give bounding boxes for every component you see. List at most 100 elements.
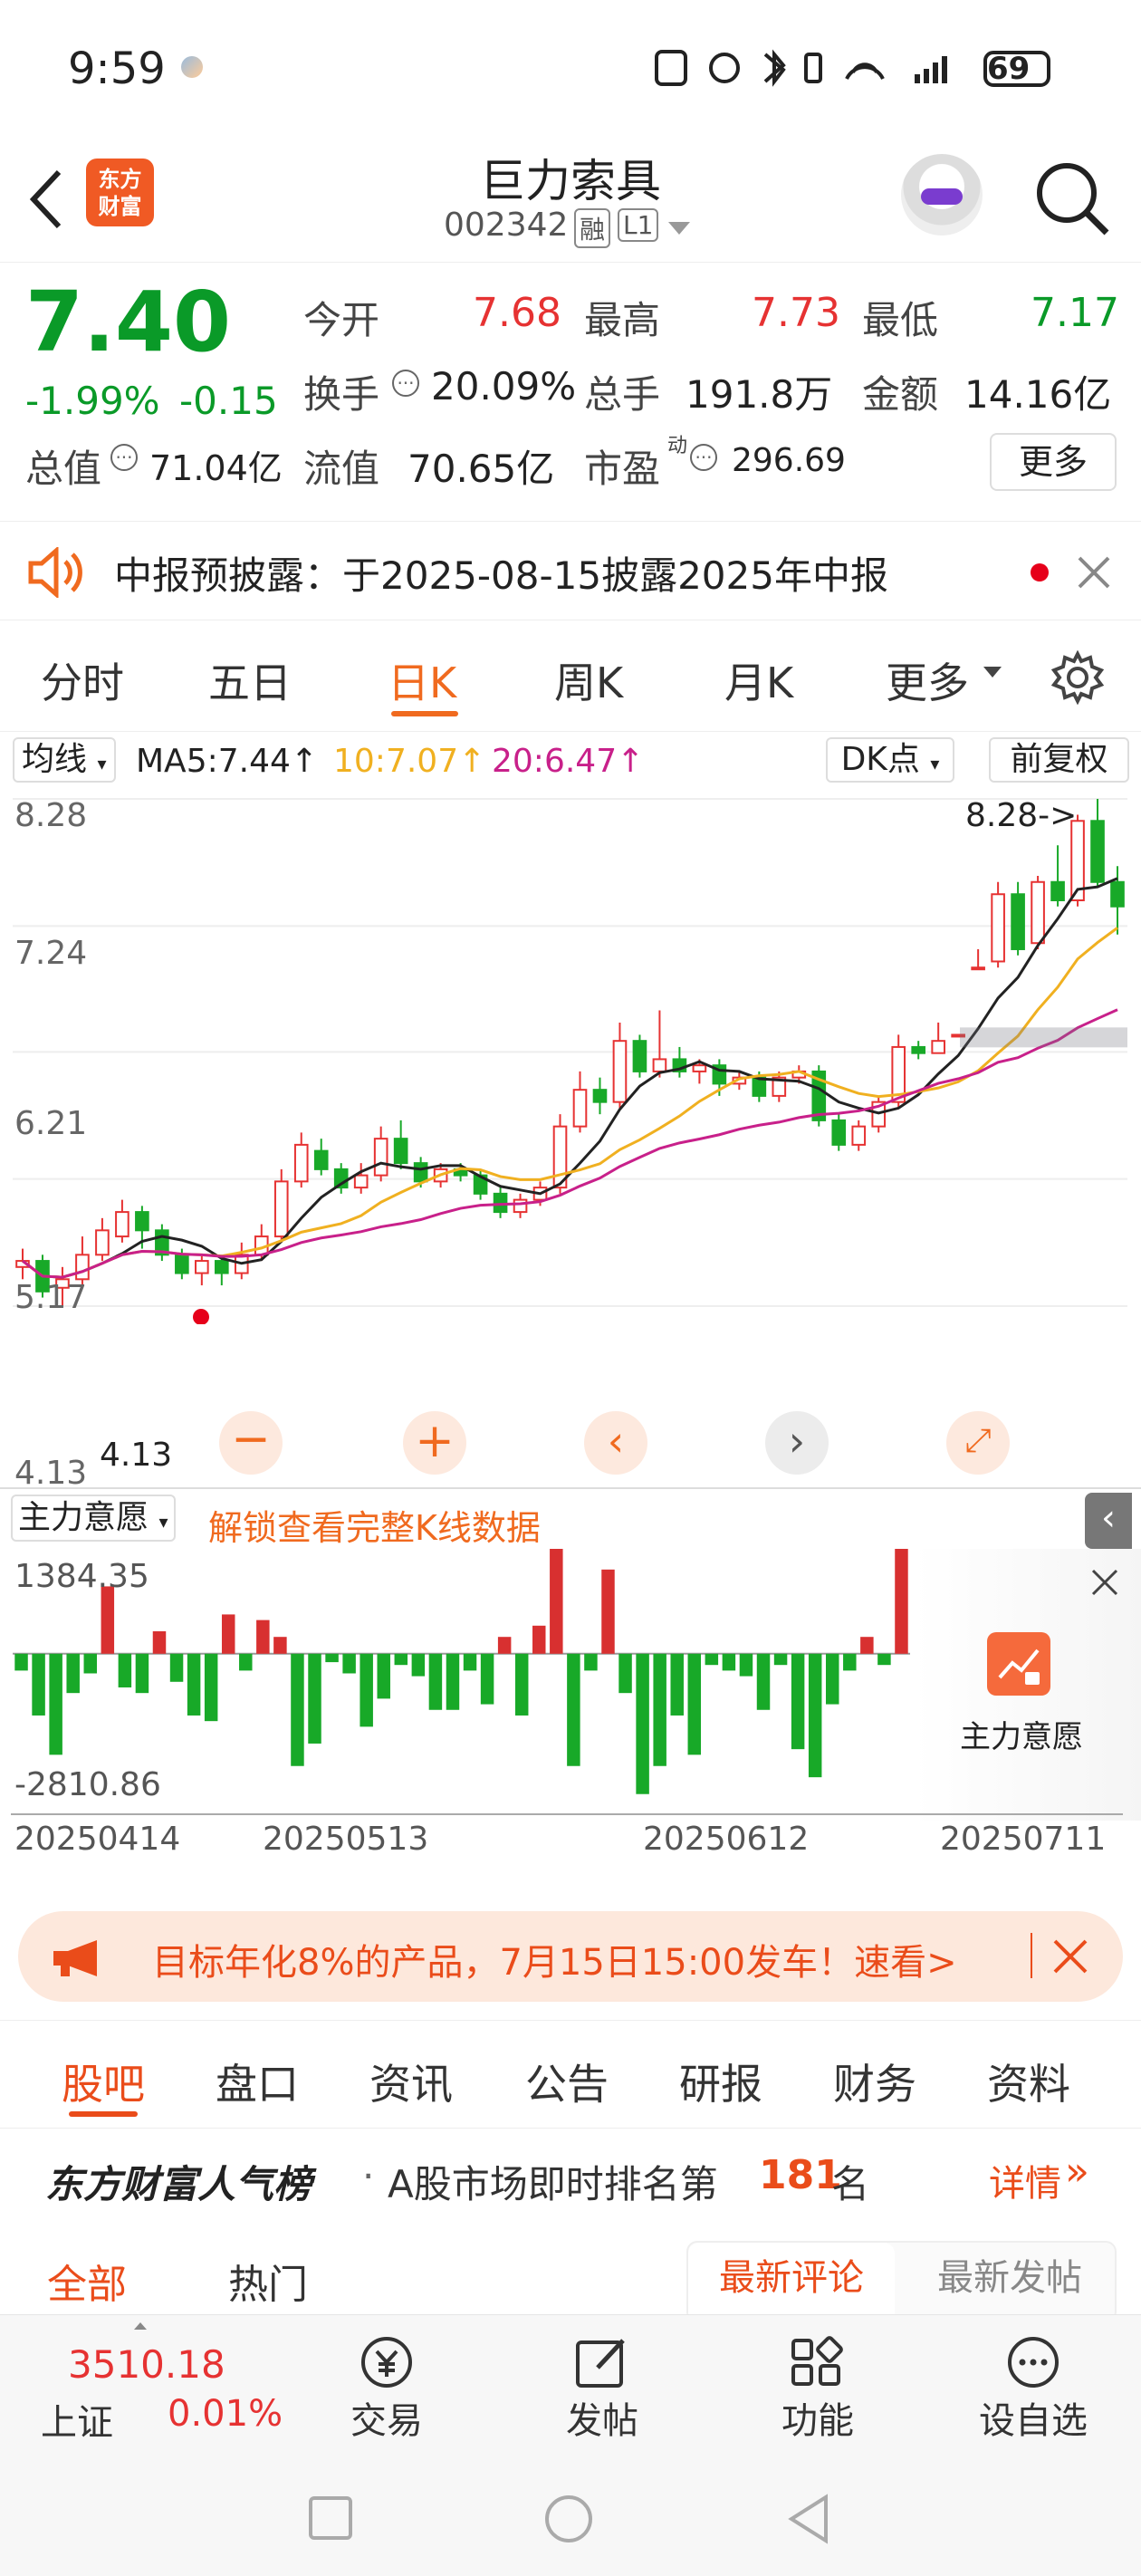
scroll-right-button[interactable]: › — [765, 1411, 829, 1475]
system-nav-bar — [0, 2450, 1141, 2576]
tab-guba[interactable]: 股吧 — [62, 2052, 145, 2111]
rank-detail-link[interactable]: 详情 — [989, 2154, 1061, 2206]
status-time: 9:59 — [68, 43, 166, 94]
indicator-bar — [187, 1653, 201, 1716]
adjust-button[interactable]: 前复权 — [989, 737, 1129, 783]
rank-number: 181 — [759, 2152, 842, 2198]
recents-icon[interactable] — [308, 2495, 353, 2541]
popularity-rank[interactable]: 东方财富人气榜 · A股市场即时排名第 181 名 详情 » — [0, 2138, 1141, 2228]
index-change[interactable]: 0.01% — [168, 2393, 283, 2435]
ma20-line — [22, 1008, 1118, 1279]
post-filters: 全部 热门 最新评论 最新发帖 — [0, 2237, 1141, 2319]
home-icon[interactable] — [543, 2494, 594, 2544]
amount-value: 14.16亿 — [964, 372, 1112, 417]
sort-latest-comment[interactable]: 最新评论 — [688, 2243, 895, 2319]
tab-weekly-k[interactable]: 周K — [554, 650, 623, 710]
close-icon[interactable] — [1052, 1938, 1088, 1975]
indicator-bar — [687, 1653, 702, 1755]
scroll-left-button[interactable]: ‹ — [584, 1411, 647, 1475]
tab-announcements[interactable]: 公告 — [525, 2052, 609, 2111]
candle — [513, 1198, 528, 1214]
gear-icon[interactable] — [1050, 650, 1105, 705]
tab-daily-k[interactable]: 日K — [388, 650, 456, 710]
nav-trade[interactable]: 交易 — [319, 2333, 455, 2444]
candle — [911, 1045, 926, 1054]
index-value[interactable]: 3510.18 — [68, 2342, 225, 2387]
info-icon[interactable]: ··· — [690, 444, 717, 471]
tab-profile[interactable]: 资料 — [987, 2052, 1070, 2111]
info-icon[interactable]: ··· — [392, 370, 419, 397]
collapse-panel-icon[interactable]: ‹ — [1085, 1493, 1132, 1549]
more-button[interactable]: 更多 — [990, 433, 1117, 491]
unlock-link[interactable]: 解锁查看完整K线数据 — [208, 1500, 541, 1550]
pe-value: 296.69 — [732, 442, 846, 479]
search-icon[interactable] — [1032, 159, 1114, 240]
tab-more[interactable]: 更多 — [886, 650, 969, 710]
edit-icon — [576, 2339, 625, 2388]
nav-functions[interactable]: 功能 — [750, 2333, 886, 2444]
indicator-bar — [204, 1653, 218, 1722]
tab-5day[interactable]: 五日 — [208, 650, 292, 710]
tab-intraday[interactable]: 分时 — [41, 650, 124, 710]
indicator-bar — [411, 1653, 426, 1677]
yen-exchange-icon — [361, 2337, 412, 2388]
info-icon[interactable]: ··· — [110, 444, 138, 471]
active-tab-underline — [69, 2111, 138, 2117]
margin-badge: 融 — [574, 208, 611, 248]
y-tick: 6.21 — [14, 1105, 88, 1142]
zoom-in-button[interactable]: + — [403, 1411, 466, 1475]
y-tick: 4.13 — [14, 1455, 88, 1492]
indicator-bar — [291, 1653, 304, 1766]
candle — [75, 1254, 90, 1281]
indicator-bar — [808, 1653, 822, 1778]
indicator-bar — [756, 1653, 771, 1710]
locked-indicator-panel[interactable]: 主力意愿 — [915, 1549, 1141, 1821]
tab-financials[interactable]: 财务 — [833, 2052, 916, 2111]
tab-research[interactable]: 研报 — [679, 2052, 762, 2111]
indicator-bar — [739, 1653, 753, 1677]
y-tick: 5.17 — [14, 1279, 88, 1316]
tab-news[interactable]: 资讯 — [369, 2052, 453, 2111]
close-icon[interactable] — [1078, 556, 1110, 589]
wifi-icon — [845, 62, 885, 80]
x-axis — [11, 1813, 1123, 1815]
chevron-down-icon[interactable] — [668, 222, 690, 236]
tab-monthly-k[interactable]: 月K — [724, 650, 793, 710]
tab-order-book[interactable]: 盘口 — [216, 2052, 299, 2111]
zoom-out-button[interactable]: − — [219, 1411, 283, 1475]
indicator-bar — [480, 1653, 494, 1705]
kline-chart-area[interactable]: 均线 ▾ MA5:7.44↑ 10:7.07↑ 20:6.47↑ DK点 ▾ 前… — [0, 734, 1141, 1893]
notice-bar[interactable]: 中报预披露：于2025-08-15披露2025年中报 — [0, 521, 1141, 620]
locked-panel-label: 主力意愿 — [960, 1719, 1083, 1755]
candle — [1110, 880, 1125, 908]
index-name[interactable]: 上证 — [41, 2393, 113, 2446]
indicator-bar — [66, 1653, 80, 1694]
nav-functions-label: 功能 — [781, 2400, 854, 2442]
filter-hot[interactable]: 热门 — [228, 2252, 308, 2310]
ma5-line — [22, 877, 1118, 1279]
dk-point-button[interactable]: DK点 ▾ — [826, 737, 954, 783]
robot-assistant-icon[interactable] — [901, 154, 983, 235]
close-icon[interactable] — [1091, 1569, 1118, 1596]
nav-post[interactable]: 发帖 — [534, 2333, 670, 2444]
kline-svg[interactable] — [0, 790, 1141, 1324]
notice-text: 中报预披露：于2025-08-15披露2025年中报 — [114, 553, 888, 598]
candle — [1031, 880, 1045, 945]
sort-latest-post[interactable]: 最新发帖 — [906, 2243, 1114, 2319]
caret-down-icon — [983, 667, 1002, 678]
fullscreen-icon[interactable]: ⤢ — [946, 1411, 1010, 1475]
y-tick: 7.24 — [14, 935, 88, 972]
indicator-selector[interactable]: 主力意愿 ▾ — [11, 1495, 176, 1542]
turnover-label: 换手 — [303, 372, 380, 417]
rank-suffix: 名 — [831, 2162, 870, 2206]
y-tick: 8.28 — [14, 797, 88, 834]
promo-banner[interactable]: 目标年化8%的产品，7月15日15:00发车！速看> — [18, 1911, 1123, 2002]
filter-all[interactable]: 全部 — [47, 2252, 127, 2310]
indicator-bar — [394, 1653, 408, 1666]
back-nav-icon[interactable] — [786, 2494, 831, 2544]
ma-selector[interactable]: 均线 ▾ — [13, 737, 116, 783]
open-label: 今开 — [303, 298, 380, 342]
indicator-bar — [567, 1653, 580, 1766]
nav-trade-label: 交易 — [350, 2400, 423, 2442]
nav-add-watchlist[interactable]: 设自选 — [965, 2333, 1101, 2444]
